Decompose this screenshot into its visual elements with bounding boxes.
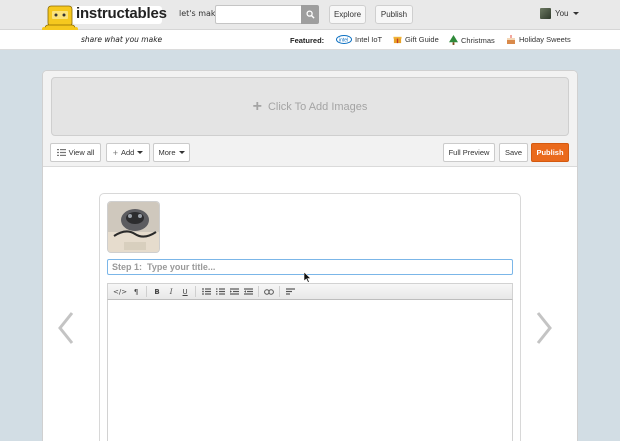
toolbar-divider bbox=[258, 286, 260, 297]
full-preview-button[interactable]: Full Preview bbox=[443, 143, 495, 162]
svg-text:intel: intel bbox=[339, 38, 348, 44]
add-dropdown-button[interactable]: + Add bbox=[106, 143, 150, 162]
featured-item-christmas[interactable]: Christmas bbox=[449, 35, 495, 45]
previous-step-arrow-icon[interactable] bbox=[57, 311, 75, 345]
outdent-icon[interactable] bbox=[227, 285, 241, 298]
lets-make-label: let's make bbox=[179, 9, 221, 18]
publish-button[interactable]: Publish bbox=[531, 143, 569, 162]
more-label: More bbox=[158, 148, 176, 157]
mouse-cursor-icon bbox=[304, 272, 312, 283]
featured-item-holiday-sweets[interactable]: Holiday Sweets bbox=[506, 35, 571, 44]
search-input[interactable] bbox=[215, 5, 302, 24]
align-icon[interactable] bbox=[283, 285, 297, 298]
numbered-list-icon[interactable] bbox=[213, 285, 227, 298]
step-image-thumbnail[interactable] bbox=[107, 201, 160, 253]
more-dropdown-button[interactable]: More bbox=[153, 143, 190, 162]
step-body-editor[interactable] bbox=[107, 300, 513, 441]
tagline: share what you make bbox=[81, 35, 163, 44]
add-images-dropzone[interactable]: + Click To Add Images bbox=[51, 77, 569, 136]
search-button[interactable] bbox=[301, 5, 319, 24]
toolbar-divider bbox=[195, 286, 197, 297]
view-all-button[interactable]: View all bbox=[50, 143, 101, 162]
underline-icon[interactable]: U bbox=[178, 285, 192, 298]
christmas-tree-icon bbox=[449, 35, 458, 45]
intel-logo-icon: intel bbox=[336, 35, 352, 44]
view-all-label: View all bbox=[68, 148, 95, 157]
gift-icon bbox=[393, 36, 402, 44]
featured-label: Featured: bbox=[290, 36, 325, 45]
featured-item-gift-guide[interactable]: Gift Guide bbox=[393, 35, 439, 44]
bullet-list-icon[interactable] bbox=[199, 285, 213, 298]
chevron-down-icon bbox=[178, 151, 185, 154]
search-icon bbox=[305, 10, 315, 19]
italic-icon[interactable]: I bbox=[164, 285, 178, 298]
editor-card: + Click To Add Images View all + Add Mor… bbox=[42, 70, 578, 441]
list-icon bbox=[56, 149, 66, 156]
plus-icon: + bbox=[252, 97, 262, 115]
next-step-arrow-icon[interactable] bbox=[535, 311, 553, 345]
add-images-label: Click To Add Images bbox=[267, 100, 368, 113]
helmet-photo-icon bbox=[108, 202, 159, 252]
featured-item-label: Intel IoT bbox=[355, 35, 383, 44]
chevron-down-icon bbox=[572, 12, 579, 15]
brand-logo[interactable]: instructables bbox=[76, 5, 167, 22]
cake-icon bbox=[507, 35, 515, 44]
save-button[interactable]: Save bbox=[499, 143, 528, 162]
toolbar-divider bbox=[279, 286, 281, 297]
link-icon[interactable] bbox=[262, 285, 276, 298]
rich-text-toolbar: </> ¶ B I U bbox=[107, 283, 513, 300]
plus-icon: + bbox=[112, 147, 118, 158]
publish-nav-button[interactable]: Publish bbox=[375, 5, 413, 24]
toolbar-divider bbox=[146, 286, 148, 297]
user-name: You bbox=[555, 9, 569, 18]
featured-item-label: Holiday Sweets bbox=[519, 35, 571, 44]
user-menu[interactable]: You bbox=[540, 8, 579, 19]
featured-item-label: Gift Guide bbox=[405, 35, 439, 44]
avatar bbox=[540, 8, 551, 19]
paragraph-icon[interactable]: ¶ bbox=[129, 285, 143, 298]
chevron-down-icon bbox=[137, 151, 144, 154]
indent-icon[interactable] bbox=[241, 285, 255, 298]
add-label: Add bbox=[120, 148, 135, 157]
explore-button[interactable]: Explore bbox=[329, 5, 366, 24]
code-icon[interactable]: </> bbox=[111, 285, 129, 298]
featured-item-label: Christmas bbox=[461, 35, 495, 45]
step-editor-panel: </> ¶ B I U bbox=[99, 193, 521, 441]
featured-item-intel-iot[interactable]: intel Intel IoT bbox=[336, 35, 382, 44]
bold-icon[interactable]: B bbox=[150, 285, 164, 298]
